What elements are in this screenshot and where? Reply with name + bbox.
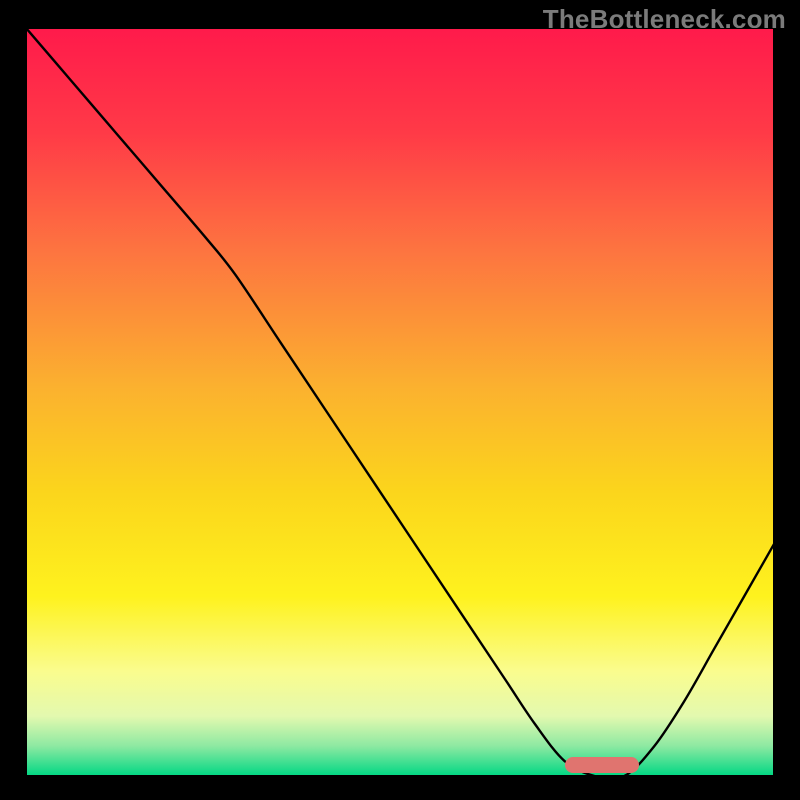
optimal-range-marker xyxy=(565,757,640,773)
plot-frame xyxy=(26,28,774,776)
bottleneck-curve xyxy=(26,28,774,776)
curve-path xyxy=(26,28,774,776)
chart-canvas: TheBottleneck.com xyxy=(0,0,800,800)
plot-area xyxy=(26,28,774,776)
